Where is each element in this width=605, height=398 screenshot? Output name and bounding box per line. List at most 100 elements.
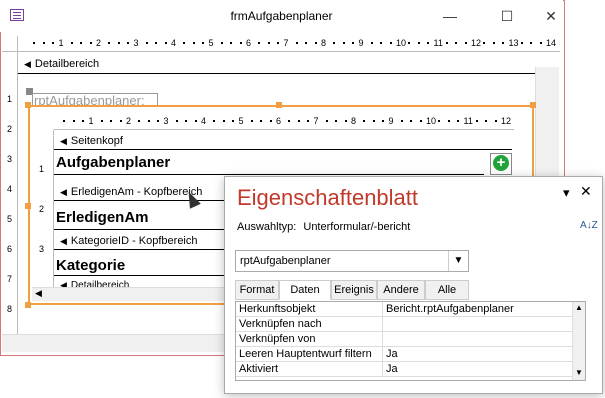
property-grid: Herkunftsobjekt Bericht.rptAufgabenplane… xyxy=(235,301,586,381)
subform-left-ruler[interactable]: 1 2 3 xyxy=(34,130,54,288)
property-value[interactable]: Bericht.rptAufgabenplaner▼ xyxy=(386,302,556,317)
detail-section-bar[interactable]: ◀ Detailbereich xyxy=(18,58,535,74)
property-row[interactable]: Herkunftsobjekt Bericht.rptAufgabenplane… xyxy=(236,302,573,317)
ruler-tick xyxy=(427,42,430,44)
ruler-tick xyxy=(185,120,188,122)
tab-format[interactable]: Format xyxy=(235,280,279,300)
ruler-corner[interactable] xyxy=(2,36,18,52)
property-sheet-title: Eigenschaftenblatt xyxy=(237,185,419,210)
sheet-close-icon[interactable]: ✕ xyxy=(580,183,592,200)
close-button[interactable]: ✕ xyxy=(528,0,574,32)
tab-ereignis[interactable]: Ereignis xyxy=(331,280,377,300)
kategorie-field[interactable]: Kategorie xyxy=(56,257,125,274)
ruler-tick xyxy=(400,120,403,122)
tab-daten[interactable]: Daten xyxy=(279,280,331,300)
ruler-number: 1 xyxy=(88,116,94,126)
ruler-tick xyxy=(42,42,45,44)
ruler-tick xyxy=(410,120,413,122)
property-value[interactable] xyxy=(386,332,556,347)
ruler-tick xyxy=(164,42,167,44)
ruler-number: 3 xyxy=(39,244,45,254)
ruler-tick xyxy=(127,42,130,44)
ruler-tick xyxy=(155,42,158,44)
page-header-label: Seitenkopf xyxy=(70,135,123,147)
ruler-tick xyxy=(419,120,422,122)
ruler-number: 6 xyxy=(7,244,13,254)
property-row[interactable]: Aktiviert Ja xyxy=(236,362,573,377)
ruler-tick xyxy=(89,42,92,44)
property-row[interactable]: Leeren Hauptentwurf filtern Ja xyxy=(236,347,573,362)
selection-type: Auswahltyp: Unterformular/-bericht xyxy=(237,221,410,233)
ruler-number: 5 xyxy=(208,38,214,48)
ruler-tick xyxy=(389,42,392,44)
ruler-number: 2 xyxy=(126,116,132,126)
erledigen-field[interactable]: ErledigenAm xyxy=(56,209,149,226)
ruler-tick xyxy=(363,120,366,122)
resize-handle-tl[interactable] xyxy=(25,102,31,108)
ruler-number: 5 xyxy=(238,116,244,126)
ruler-tick xyxy=(157,120,160,122)
page-header-bar[interactable]: ◀ Seitenkopf xyxy=(54,135,512,150)
resize-handle-l[interactable] xyxy=(25,203,31,209)
chevron-down-icon[interactable]: ▼ xyxy=(448,251,468,271)
tab-andere[interactable]: Andere xyxy=(377,280,425,300)
resize-handle-tr[interactable] xyxy=(530,102,536,108)
scroll-down-icon[interactable]: ▼ xyxy=(575,368,583,377)
ruler-tick xyxy=(100,120,103,122)
property-value[interactable]: Ja xyxy=(386,347,556,362)
title-bar[interactable]: frmAufgabenplaner — ☐ ✕ xyxy=(0,0,563,32)
scroll-left-icon[interactable]: ◀ xyxy=(35,288,42,299)
window-title: frmAufgabenplaner xyxy=(230,9,333,23)
ruler-tick xyxy=(222,120,225,122)
ruler-tick xyxy=(335,120,338,122)
ruler-tick xyxy=(342,42,345,44)
ruler-number: 3 xyxy=(7,154,13,164)
ruler-tick xyxy=(295,42,298,44)
property-key: Verknüpfen von xyxy=(239,332,383,347)
add-icon[interactable] xyxy=(490,153,512,175)
ruler-number: 4 xyxy=(7,184,13,194)
ruler-tick xyxy=(277,42,280,44)
subform-top-ruler[interactable]: 1 2 3 4 5 6 7 8 9 10 11 12 xyxy=(54,114,514,130)
resize-handle-t[interactable] xyxy=(276,102,282,108)
ruler-tick xyxy=(220,42,223,44)
ruler-tick xyxy=(325,120,328,122)
ruler-number: 10 xyxy=(426,116,437,126)
ruler-tick xyxy=(72,120,75,122)
selection-type-value: Unterformular/-bericht xyxy=(303,221,411,233)
scroll-up-icon[interactable]: ▲ xyxy=(575,303,583,312)
object-select[interactable]: rptAufgabenplaner ▼ xyxy=(235,250,469,272)
property-row[interactable]: Verknüpfen nach xyxy=(236,317,573,332)
ruler-number: 14 xyxy=(546,38,557,48)
ruler-tick xyxy=(175,120,178,122)
ruler-number: 13 xyxy=(508,38,519,48)
ruler-number: 2 xyxy=(96,38,102,48)
resize-handle-bl[interactable] xyxy=(25,302,31,308)
maximize-button[interactable]: ☐ xyxy=(484,0,530,32)
ruler-tick xyxy=(232,120,235,122)
kategorie-header-bar[interactable]: ◀ KategorieID - Kopfbereich xyxy=(54,235,229,250)
ruler-tick xyxy=(502,42,505,44)
ruler-number: 1 xyxy=(39,164,45,174)
top-ruler[interactable]: 1 2 3 4 5 6 7 8 9 10 11 12 13 14 xyxy=(18,36,560,52)
ruler-tick xyxy=(213,120,216,122)
ruler-tick xyxy=(70,42,73,44)
report-title-label[interactable]: Aufgabenplaner xyxy=(56,154,170,171)
ruler-number: 3 xyxy=(163,116,169,126)
left-ruler[interactable]: 1 2 3 4 5 6 7 8 xyxy=(2,52,18,340)
ruler-number: 3 xyxy=(133,38,139,48)
ruler-tick xyxy=(380,42,383,44)
ruler-number: 2 xyxy=(7,124,13,134)
ruler-number: 7 xyxy=(283,38,289,48)
property-value[interactable]: Ja xyxy=(386,362,556,377)
property-grid-scrollbar[interactable]: ▲ ▼ xyxy=(572,302,585,380)
tab-alle[interactable]: Alle xyxy=(425,280,469,300)
ruler-tick xyxy=(530,42,533,44)
sheet-menu-icon[interactable]: ▾ xyxy=(563,185,570,201)
property-row[interactable]: Verknüpfen von xyxy=(236,332,573,347)
erledigen-header-bar[interactable]: ◀ ErledigenAm - Kopfbereich xyxy=(54,186,229,201)
minimize-button[interactable]: — xyxy=(427,0,473,32)
property-value[interactable] xyxy=(386,317,556,332)
ruler-number: 1 xyxy=(7,94,13,104)
sort-icon[interactable]: A↓Z xyxy=(580,221,598,231)
